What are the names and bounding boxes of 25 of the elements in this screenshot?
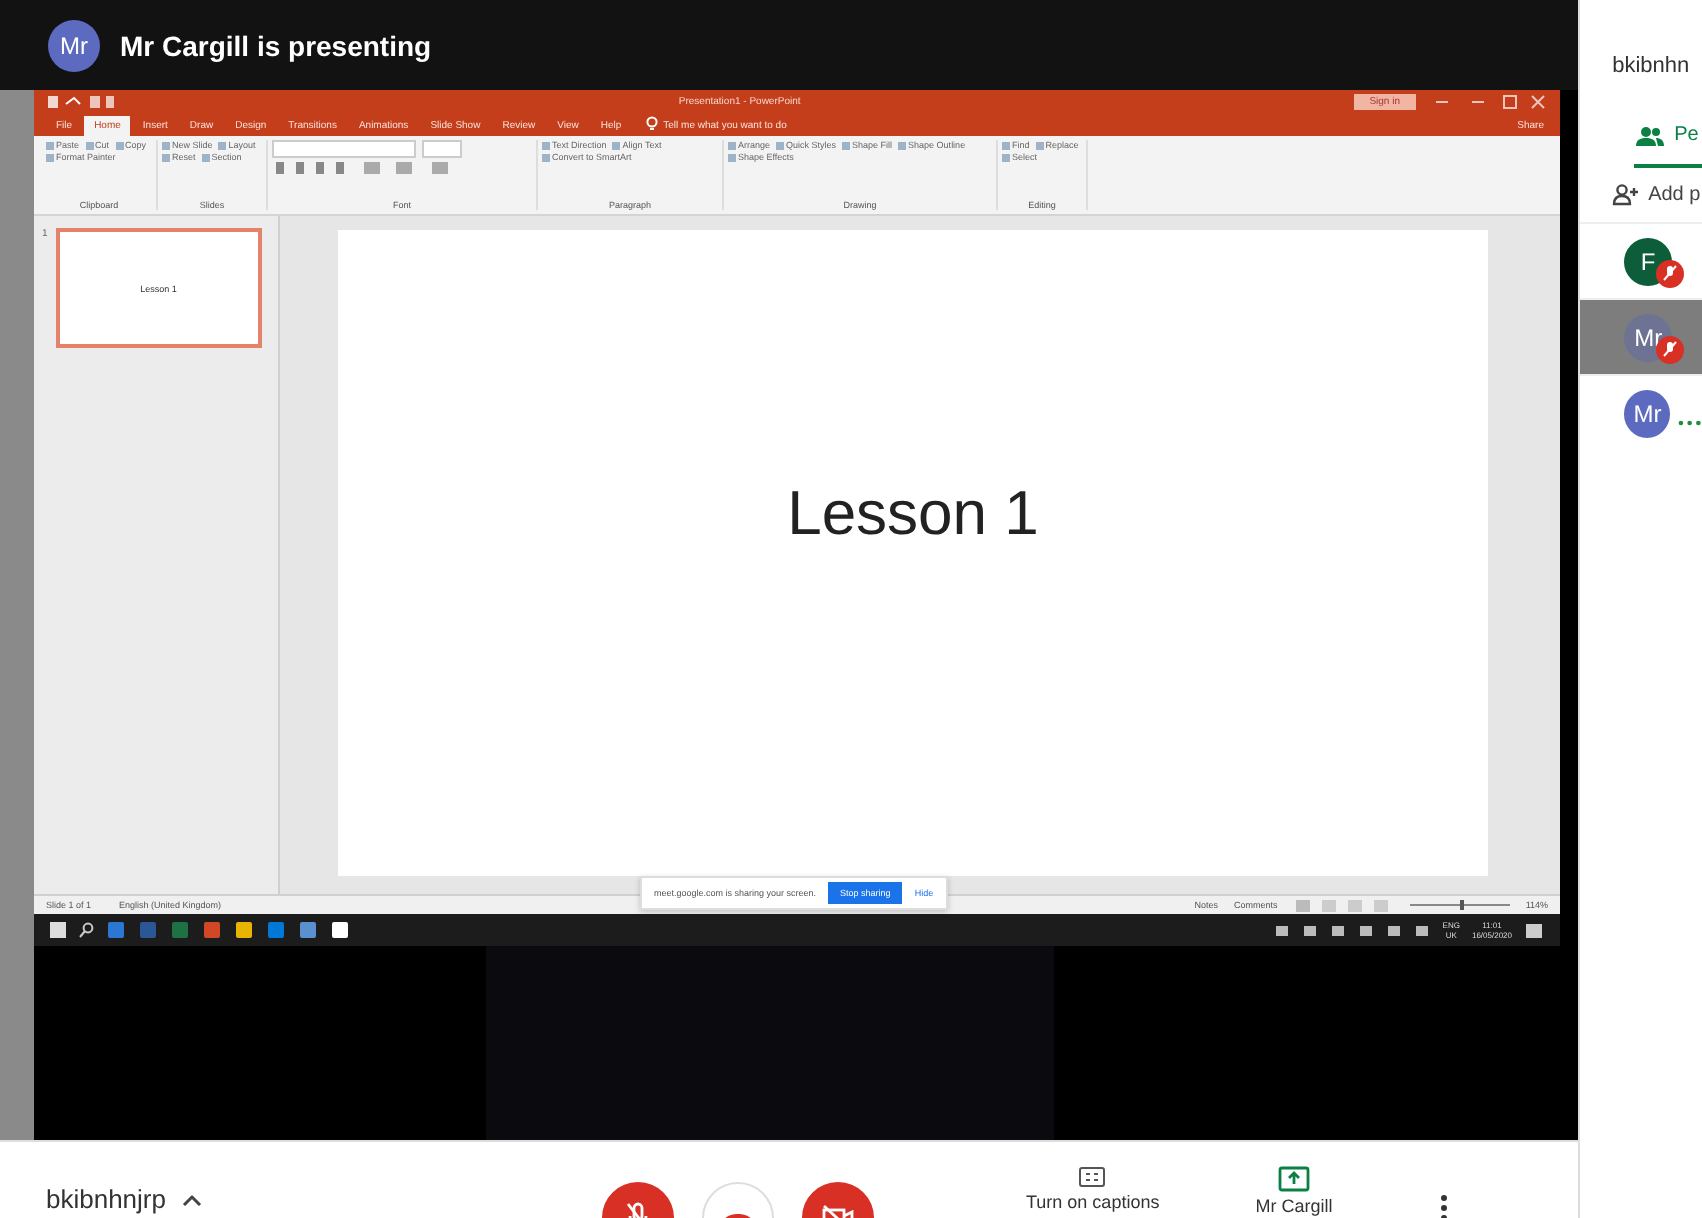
present-icon: [1277, 1166, 1310, 1192]
participant-row[interactable]: Mr: [1580, 374, 1702, 450]
search-icon[interactable]: [78, 922, 94, 938]
participant-row[interactable]: Mr: [1580, 298, 1702, 374]
people-icon: [1634, 125, 1667, 145]
zoom-thumb[interactable]: [1459, 900, 1464, 910]
panel-meeting-code: bkibnhn: [1612, 54, 1692, 78]
caret-icon[interactable]: [182, 1194, 202, 1206]
presenter-avatar: Mr: [48, 19, 100, 71]
captions-icon: [1078, 1166, 1107, 1188]
font-size-field[interactable]: [422, 140, 462, 158]
slide-title: Lesson 1: [787, 477, 1039, 549]
participant-avatar: Mr: [1624, 389, 1671, 437]
people-tab[interactable]: Pe: [1634, 124, 1702, 168]
more-options-icon[interactable]: [1440, 1194, 1449, 1218]
participant-row[interactable]: F: [1580, 222, 1702, 298]
font-name-field[interactable]: [272, 140, 416, 158]
add-people-button[interactable]: Add p: [1612, 184, 1702, 222]
lightbulb-icon: [645, 116, 658, 132]
presentation-button[interactable]: Mr Cargill: [1255, 1166, 1333, 1216]
captions-button[interactable]: Turn on captions: [1026, 1166, 1160, 1212]
notifications-icon[interactable]: [1524, 921, 1544, 939]
presenting-title: Mr Cargill is presenting: [120, 29, 432, 61]
add-person-icon: [1612, 184, 1641, 206]
meeting-code[interactable]: bkibnhnjrp: [46, 1184, 166, 1214]
